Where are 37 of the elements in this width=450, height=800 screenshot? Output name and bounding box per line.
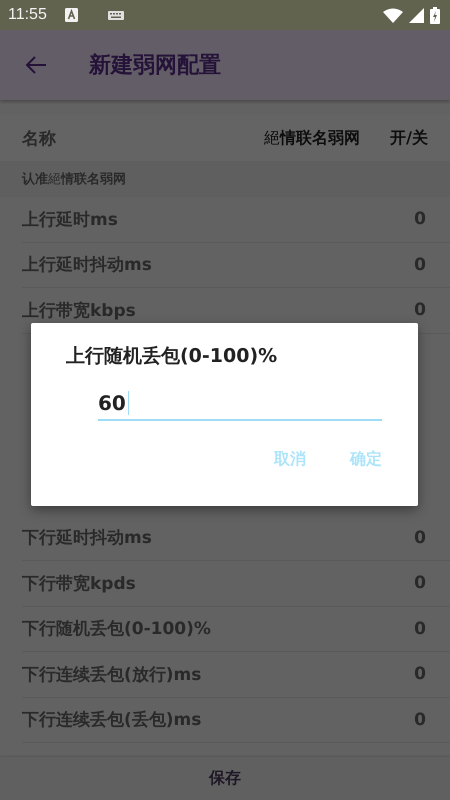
cancel-button[interactable]: 取消: [274, 449, 306, 470]
setting-value: 0: [414, 300, 426, 320]
confirm-button[interactable]: 确定: [350, 449, 382, 470]
setting-value: 0: [414, 254, 426, 275]
setting-value: 0: [414, 209, 426, 230]
setting-value: 0: [414, 710, 426, 730]
setting-value: 0: [414, 573, 426, 594]
signal-icon: [409, 8, 424, 22]
dialog-title: 上行随机丢包(0-100)%: [66, 344, 278, 369]
setting-value: 0: [414, 664, 426, 684]
setting-label: 上行带宽kbps: [22, 300, 137, 322]
setting-row[interactable]: 下行随机丢包(0-100)% 0: [22, 606, 450, 652]
setting-row[interactable]: 上行延时抖动ms 0: [22, 242, 450, 288]
setting-value: 0: [414, 528, 426, 548]
profile-name: 絕情联名弱网: [264, 128, 360, 148]
screen-title: 新建弱网配置: [89, 52, 221, 80]
setting-row[interactable]: 下行带宽kpds 0: [22, 561, 450, 606]
input-field[interactable]: 60: [98, 387, 382, 421]
keyboard-icon: [108, 10, 124, 20]
setting-label: 下行连续丢包(丢包)ms: [22, 709, 202, 732]
setting-row[interactable]: 下行延时抖动ms 0: [22, 516, 450, 561]
setting-row[interactable]: 上行延时ms 0: [22, 197, 450, 242]
save-button[interactable]: 保存: [203, 767, 247, 790]
wifi-icon: [383, 8, 403, 22]
setting-row[interactable]: 下行连续丢包(丢包)ms 0: [22, 698, 450, 743]
setting-label: 上行延时抖动ms: [22, 254, 153, 276]
setting-row[interactable]: 下行连续丢包(放行)ms 0: [22, 652, 450, 698]
setting-label: 下行带宽kpds: [22, 572, 137, 595]
setting-value: 0: [414, 618, 426, 639]
setting-label: 上行延时ms: [22, 208, 119, 231]
clock: 11:55: [8, 6, 47, 24]
column-heading: 名称: [22, 128, 57, 150]
setting-label: 下行随机丢包(0-100)%: [22, 618, 212, 640]
setting-label: 下行连续丢包(放行)ms: [22, 664, 202, 686]
battery-icon: [430, 6, 440, 24]
column-heading: 开/关: [390, 128, 428, 148]
setting-label: 下行延时抖动ms: [22, 527, 153, 550]
